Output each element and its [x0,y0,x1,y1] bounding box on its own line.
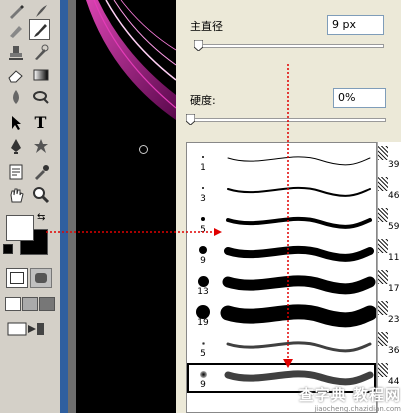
brush-texture-preview [378,177,388,191]
brush-cursor [139,145,148,154]
eraser-brush-tool-icon[interactable] [5,20,26,41]
screen-mode-full-button[interactable] [39,297,55,311]
brush-texture-preview [378,208,388,222]
brush-stroke-preview [227,156,371,166]
brush-stroke-preview [227,186,371,197]
blur-tool-icon[interactable] [5,86,26,107]
brush-size-label: 23 [388,315,400,325]
brush-size-label: 39 [388,160,400,170]
brush-size-label: 5 [200,349,206,359]
standard-mode-button[interactable] [6,268,28,288]
brush-size-label: 5 [200,225,206,235]
brush-tip-preview [194,212,212,226]
toolbox: T ⇆ [0,0,61,413]
path-selection-tool-icon[interactable] [5,112,26,133]
brush-tip-preview [194,305,212,319]
brush-tool-icon[interactable] [29,19,50,40]
document-canvas[interactable] [76,0,176,413]
brush-stroke-preview [224,245,374,262]
hand-tool-icon[interactable] [5,184,26,205]
hardness-slider[interactable] [188,118,386,122]
screen-mode-standard-button[interactable] [5,297,21,311]
brush-tip-preview [194,243,212,257]
brush-stroke-preview [220,304,376,328]
diameter-slider-thumb[interactable] [194,40,203,51]
notes-tool-icon[interactable] [5,161,26,182]
brush-texture-preview [378,332,388,346]
brush-tip-preview [194,150,212,164]
hardness-label: 硬度: [190,94,216,107]
brush-preset-row[interactable]: 5 [187,332,376,362]
brush-texture-preview [378,270,388,284]
default-colors-icon[interactable] [3,244,13,254]
brush-size-label: 9 [200,256,206,266]
foreground-color-swatch[interactable] [6,215,34,241]
dodge-tool-icon[interactable] [30,86,51,107]
gradient-tool-icon[interactable] [30,64,51,85]
jump-to-imageready-button[interactable] [6,320,46,338]
brush-size-label: 46 [388,191,400,201]
zoom-tool-icon[interactable] [30,184,51,205]
window-frame [60,0,68,413]
brush-tip-preview [194,367,212,381]
brush-preset-row[interactable]: 5 [187,208,376,238]
brush-tip-preview [194,336,212,350]
brush-size-label: 1 [200,163,206,173]
brush-size-label: 19 [197,318,209,328]
brush-texture-preview [378,239,388,253]
hardness-input[interactable]: 0% [333,88,386,108]
custom-shape-tool-icon[interactable] [30,135,51,156]
brush-size-label: 3 [200,194,206,204]
eraser-tool-icon[interactable] [5,64,26,85]
hardness-slider-thumb[interactable] [186,114,195,125]
pen-tool-icon[interactable] [5,135,26,156]
brush-size-label: 13 [197,287,209,297]
brush-stroke-preview [226,216,372,229]
brush-preset-list-right-column: 39 46 59 11 17 23 36 44 [377,142,401,413]
brush-preset-row[interactable]: 3 [187,177,376,207]
brush-texture-preview [378,363,388,377]
window-border [68,0,76,413]
brush-tip-preview [194,274,212,288]
watermark-main: 查字典 教程网 [298,386,401,404]
screen-mode-full-menu-button[interactable] [22,297,38,311]
quick-mask-icon [35,273,47,283]
type-tool-icon[interactable]: T [30,112,51,133]
eyedropper-tool-icon[interactable] [30,161,51,182]
diameter-label: 主直径 [190,20,223,33]
swap-colors-icon[interactable]: ⇆ [37,212,45,223]
pink-light-streaks [86,0,176,120]
brush-texture-preview [378,301,388,315]
site-watermark: 查字典 教程网 jiaocheng.chazidian.com [258,384,401,413]
history-brush-tool-icon[interactable] [30,42,51,63]
brush-size-label: 9 [200,380,206,390]
standard-mode-icon [10,272,24,284]
brush-size-label: 17 [388,284,400,294]
brush-tip-preview [194,181,212,195]
brush-stroke-preview [222,275,376,295]
brush-size-label: 11 [388,253,400,263]
brush-preset-list[interactable]: 1 3 5 9 13 19 5 9 [186,142,377,413]
pencil-tool-icon[interactable] [5,0,26,21]
imageready-icon [7,322,44,336]
quick-mask-mode-button[interactable] [30,268,52,288]
diameter-slider[interactable] [194,44,384,48]
clone-stamp-tool-icon[interactable] [5,42,26,63]
brush-size-label: 36 [388,346,400,356]
diameter-input[interactable]: 9 px [327,15,384,35]
watermark-url: jiaocheng.chazidian.com [314,405,401,413]
brush-size-label: 59 [388,222,400,232]
brush-stroke-preview [226,341,372,353]
brush-preset-row[interactable]: 9 [187,239,376,269]
brush-preset-row[interactable]: 1 [187,146,376,176]
brush-preset-row[interactable]: 19 [187,301,376,331]
brush-preset-row[interactable]: 13 [187,270,376,300]
brush-texture-preview [378,146,388,160]
feather-tool-icon[interactable] [30,0,51,21]
